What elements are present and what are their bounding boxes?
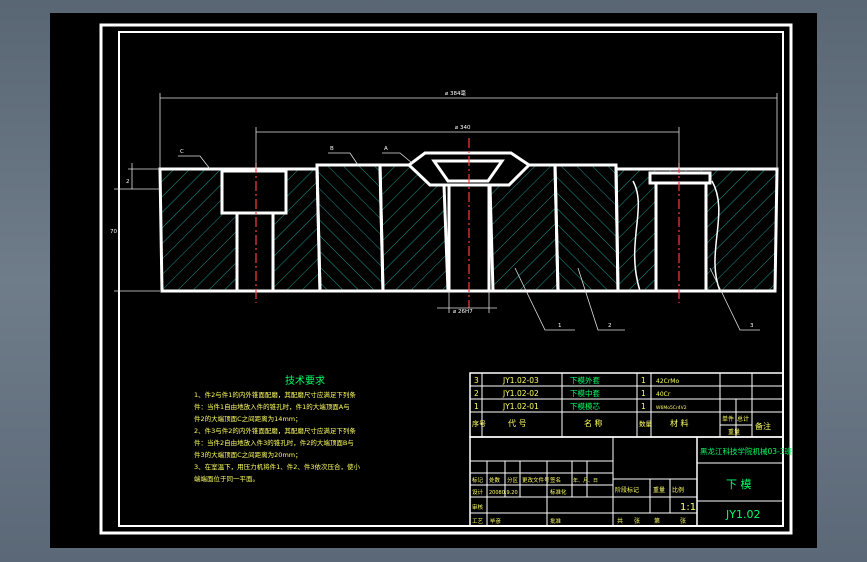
rev-zone-label: 分区 xyxy=(507,476,519,484)
rev-mark-label: 标记 xyxy=(472,476,484,484)
rev-sign-label: 签名 xyxy=(550,476,561,484)
bom-row-qty: 1 xyxy=(641,389,646,398)
approve-label: 批准 xyxy=(550,517,562,525)
bom-header-weight: 重量 xyxy=(728,428,740,436)
technical-requirements: 技术要求 1、件2与件1的内外锥面配磨，其配磨尺寸应满足下列条 件：当件1自由地… xyxy=(194,374,361,483)
bom-row-no: 2 xyxy=(474,389,479,398)
design-label: 设计 xyxy=(472,488,484,496)
tech-line: 件3的大端顶面C之间距离为20mm； xyxy=(194,450,302,459)
bom-row-name: 下模模芯 xyxy=(570,401,600,411)
sheet-label: 张 xyxy=(634,517,640,525)
bom-row-mat: W6Mo5Cr4V2 xyxy=(656,405,687,411)
cad-viewport[interactable]: ⌀ 384毫 ⌀ 340 ⌀ 26H7 70 2 C B A 1 2 3 技术要… xyxy=(50,13,817,548)
tech-line: 1、件2与件1的内外锥面配磨，其配磨尺寸应满足下列条 xyxy=(194,390,356,399)
bom-header-no: 序号 xyxy=(472,419,486,428)
bom-header-code: 代 号 xyxy=(508,418,527,428)
scale-label: 比例 xyxy=(672,486,684,494)
bom-row-code: JY1.02-01 xyxy=(502,402,539,411)
weight-label: 重量 xyxy=(653,486,665,494)
rev-count-label: 处数 xyxy=(489,476,501,484)
tech-line: 件2的大端顶面C之间距离为14mm； xyxy=(194,414,302,423)
bom-header-name: 名 称 xyxy=(584,418,603,428)
stage-mark-label: 阶段标记 xyxy=(615,486,639,494)
sheet-no-label: 第 xyxy=(654,517,660,525)
bom-row-name: 下模中套 xyxy=(570,388,600,398)
callout-part-1: 1 xyxy=(558,323,562,329)
bom-row-no: 3 xyxy=(474,376,479,385)
tech-line: 端端面位于同一平面。 xyxy=(194,474,259,483)
bom-row-qty: 1 xyxy=(641,376,646,385)
tech-line: 2、件3与件2的内外锥面配磨，其配磨尺寸应满足下列条 xyxy=(194,426,356,435)
dim-total-width: ⌀ 384毫 xyxy=(445,89,467,97)
bom-header-note: 备注 xyxy=(755,421,771,431)
bom-header-mat: 材 料 xyxy=(670,418,689,428)
rev-date-label: 年、月、日 xyxy=(573,477,598,484)
bom-header-unit: 单件 xyxy=(722,415,734,423)
tech-line: 件：当件1自由地放入件的锥孔时，件1的大端顶面A与 xyxy=(194,402,350,411)
sheet-total-label: 共 xyxy=(617,517,623,525)
dim-top-offset: 2 xyxy=(126,179,130,185)
bom-row-name: 下模外套 xyxy=(570,375,600,385)
craft-label: 工艺 xyxy=(472,518,484,525)
drawing-canvas: ⌀ 384毫 ⌀ 340 ⌀ 26H7 70 2 C B A 1 2 3 技术要… xyxy=(99,23,793,535)
bom-row-mat: 40Cr xyxy=(656,391,671,398)
dim-bore: ⌀ 26H7 xyxy=(453,309,473,315)
school-name: 黑龙江科技学院机械03-3班 xyxy=(700,446,793,456)
dim-inner-width: ⌀ 340 xyxy=(455,125,471,131)
drawing-number: JY1.02 xyxy=(725,508,760,521)
bom-row-code: JY1.02-03 xyxy=(502,376,539,385)
bom-header-qty: 数量 xyxy=(639,419,653,428)
dim-height: 70 xyxy=(110,229,117,235)
check-label: 审核 xyxy=(472,503,484,511)
callout-part-3: 3 xyxy=(750,323,754,329)
middle-sleeve xyxy=(315,163,385,293)
sheet-label: 张 xyxy=(680,517,686,525)
standardization-label: 标准化 xyxy=(550,488,567,496)
bom-row-mat: 42CrMo xyxy=(656,378,679,385)
callout-c: C xyxy=(180,149,184,155)
drawing-name: 下 模 xyxy=(726,478,752,491)
designer-name: 毕彦 xyxy=(490,517,502,525)
tech-title: 技术要求 xyxy=(285,374,325,387)
tech-line: 3、在室温下，用压力机将件1、件2、件3依次压合，使小 xyxy=(194,462,361,471)
callout-part-2: 2 xyxy=(608,323,612,329)
bom-row-qty: 1 xyxy=(641,402,646,411)
callout-b: B xyxy=(330,146,334,152)
design-date: 20080.9.20 xyxy=(489,490,518,496)
die-section xyxy=(158,138,779,308)
callout-a: A xyxy=(384,146,388,152)
tech-line: 件：当件2自由地放入件3的锥孔时，件2的大端顶面B与 xyxy=(194,438,354,447)
bom-row-no: 1 xyxy=(474,402,479,411)
bom-row-code: JY1.02-02 xyxy=(502,389,539,398)
drawing-scale: 1:1 xyxy=(680,502,696,513)
rev-change-label: 更改文件号 xyxy=(522,476,550,484)
bom-header-total: 总计 xyxy=(737,415,749,423)
middle-sleeve-right xyxy=(553,163,620,293)
